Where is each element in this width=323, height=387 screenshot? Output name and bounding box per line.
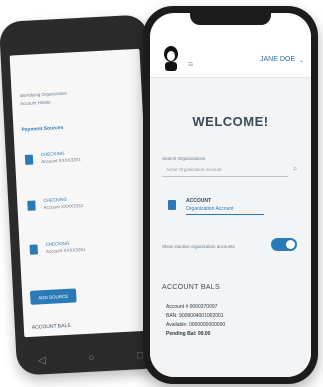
document-icon	[24, 154, 34, 165]
toggle-knob	[286, 240, 295, 249]
payment-source-type: CHECKING	[43, 196, 68, 204]
iphone-screen: ≡ JANE DOE ⌄ WELCOME! Search Organizatio…	[150, 13, 311, 377]
main-content: WELCOME! Search Organizations Acme Organ…	[150, 78, 311, 377]
link-underline	[186, 214, 264, 215]
available-line: Available: 0000000000000	[166, 322, 226, 328]
payment-source-item[interactable]: CHECKING Account XXXX3201	[23, 145, 138, 173]
payment-source-type: CHECKING	[40, 150, 65, 158]
account-bals-heading: ACCOUNT BALS	[31, 322, 71, 331]
home-icon[interactable]: ○	[88, 352, 95, 363]
add-source-button[interactable]: ADD SOURCE	[29, 288, 77, 305]
payment-source-account: Account XXXX3201	[41, 157, 81, 165]
search-input-value: Acme Organization Account	[166, 167, 222, 172]
org-label: Identifying Organization	[19, 90, 68, 99]
user-name[interactable]: JANE DOE	[260, 56, 295, 63]
payment-source-item[interactable]: CHECKING Account XXXX3261	[27, 235, 142, 263]
account-number: Account # 0000370097	[166, 304, 218, 310]
pending-balance-line: Pending Bal: 99.00	[166, 331, 211, 337]
chevron-down-icon[interactable]: ⌄	[299, 57, 304, 64]
welcome-title: WELCOME!	[192, 114, 269, 129]
back-icon[interactable]: ◁	[38, 355, 46, 366]
search-input[interactable]: Acme Organization Account	[162, 164, 288, 177]
search-icon[interactable]: ⌕	[293, 164, 297, 174]
payment-source-type: CHECKING	[45, 240, 70, 247]
account-title[interactable]: ACCOUNT	[186, 198, 211, 204]
holder-label: Account Holder	[20, 99, 52, 107]
payment-source-item[interactable]: CHECKING Account XXXX3332	[25, 191, 140, 219]
payment-source-account: Account XXXX3332	[43, 202, 84, 211]
payment-sources-heading: Payment Sources	[21, 124, 64, 134]
menu-icon[interactable]: ≡	[188, 59, 193, 69]
document-icon	[29, 244, 39, 255]
toggle-label: Show inactive organization accounts	[162, 244, 235, 249]
search-label: Search Organizations	[162, 156, 206, 161]
app-header: ≡ JANE DOE ⌄	[150, 27, 311, 78]
notch	[190, 13, 271, 25]
inactive-accounts-toggle[interactable]	[271, 238, 297, 251]
document-icon	[27, 200, 36, 211]
account-link[interactable]: Organization Account	[186, 206, 234, 212]
android-phone: Identifying Organization Account Holder …	[0, 14, 166, 376]
iphone: ≡ JANE DOE ⌄ WELCOME! Search Organizatio…	[143, 6, 318, 384]
payment-source-account: Account XXXX3261	[45, 246, 86, 254]
account-bals-heading: ACCOUNT BALS	[162, 284, 220, 291]
android-screen: Identifying Organization Account Holder …	[9, 48, 155, 338]
document-icon	[168, 200, 176, 210]
avatar-logo-icon	[164, 46, 178, 71]
ban-line: BAN: 9008004001002001	[166, 313, 224, 319]
